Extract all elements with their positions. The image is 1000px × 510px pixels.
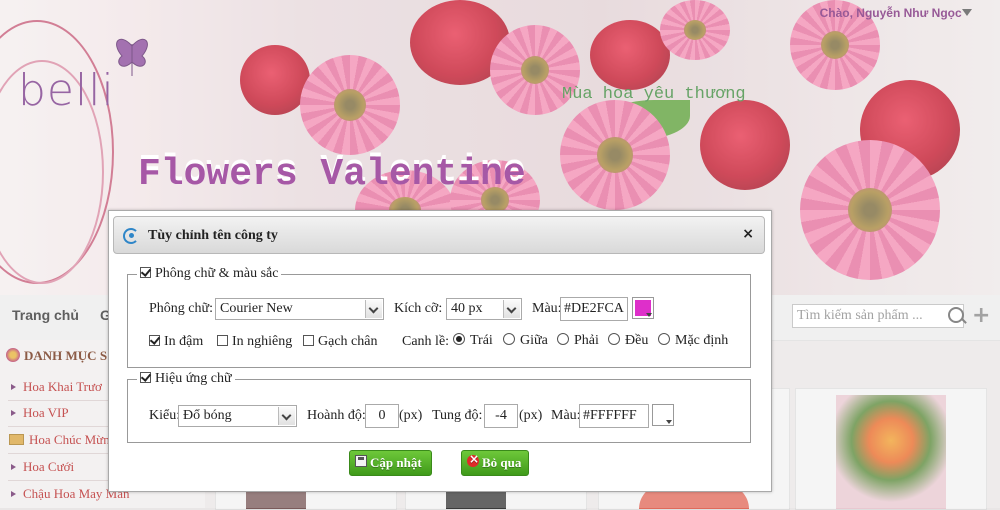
italic-checkbox[interactable] — [217, 335, 228, 346]
align-right-option[interactable]: Phải — [557, 333, 599, 349]
effect-type-label: Kiểu: — [149, 408, 181, 423]
shadow-color-label: Màu: — [551, 408, 581, 423]
horizontal-offset-label: Hoành độ: — [307, 408, 366, 423]
text-effect-checkbox[interactable] — [140, 372, 151, 383]
bold-label: In đậm — [164, 334, 204, 349]
chevron-down-icon[interactable] — [278, 407, 295, 425]
align-left-option[interactable]: Trái — [453, 333, 493, 349]
vertical-offset-input[interactable]: -4 — [484, 404, 518, 428]
align-center-radio[interactable] — [503, 333, 515, 345]
text-effect-legend-text: Hiệu ứng chữ — [155, 371, 232, 386]
app-logo-icon — [123, 228, 139, 244]
align-right-label: Phải — [574, 333, 599, 348]
font-color-checkbox[interactable] — [140, 267, 151, 278]
horizontal-offset-input[interactable]: 0 — [365, 404, 399, 428]
bold-checkbox[interactable] — [149, 335, 160, 346]
align-default-label: Mặc định — [675, 333, 729, 348]
align-default-option[interactable]: Mặc định — [658, 333, 728, 349]
align-left-label: Trái — [470, 333, 493, 348]
align-right-radio[interactable] — [557, 333, 569, 345]
italic-label: In nghiêng — [232, 334, 293, 349]
close-icon[interactable]: × — [742, 226, 754, 242]
vertical-offset-unit: (px) — [519, 408, 543, 423]
horizontal-offset-unit: (px) — [399, 408, 423, 423]
font-color-legend: Phông chữ & màu sắc — [137, 266, 281, 282]
save-button[interactable]: Cập nhật — [349, 450, 432, 476]
underline-label: Gạch chân — [318, 334, 378, 349]
align-default-radio[interactable] — [658, 333, 670, 345]
vertical-offset-label: Tung độ: — [432, 408, 483, 423]
font-select[interactable]: Courier New — [215, 298, 384, 320]
shadow-color-input[interactable]: #FFFFFF — [579, 404, 649, 428]
italic-option[interactable]: In nghiêng — [217, 334, 292, 350]
font-color-label: Màu: — [532, 301, 562, 316]
text-effect-legend: Hiệu ứng chữ — [137, 371, 235, 387]
effect-type-select[interactable]: Đổ bóng — [178, 405, 297, 427]
align-justify-radio[interactable] — [608, 333, 620, 345]
font-color-input[interactable]: #DE2FCA — [560, 297, 628, 321]
size-select-value: 40 px — [451, 301, 483, 316]
chevron-down-icon[interactable] — [503, 300, 520, 318]
align-justify-label: Đều — [625, 333, 649, 348]
chevron-down-icon[interactable] — [365, 300, 382, 318]
font-label: Phông chữ: — [149, 301, 213, 316]
shadow-color-picker[interactable] — [652, 404, 674, 426]
font-select-value: Courier New — [220, 301, 293, 316]
align-label: Canh lề: — [402, 334, 450, 349]
cancel-button-label: Bỏ qua — [482, 455, 522, 470]
dialog-titlebar[interactable]: Tùy chỉnh tên công ty × — [113, 216, 765, 254]
size-select[interactable]: 40 px — [446, 298, 522, 320]
cancel-icon — [467, 452, 479, 467]
dialog-title: Tùy chỉnh tên công ty — [148, 228, 278, 243]
customize-company-name-dialog: Tùy chỉnh tên công ty × Phông chữ & màu … — [108, 210, 772, 492]
font-color-legend-text: Phông chữ & màu sắc — [155, 266, 279, 281]
align-center-label: Giữa — [520, 333, 548, 348]
effect-type-value: Đổ bóng — [183, 408, 232, 423]
cancel-button[interactable]: Bỏ qua — [461, 450, 529, 476]
font-color-picker[interactable] — [632, 297, 654, 319]
underline-checkbox[interactable] — [303, 335, 314, 346]
underline-option[interactable]: Gạch chân — [303, 334, 377, 350]
save-button-label: Cập nhật — [370, 455, 422, 470]
align-left-radio[interactable] — [453, 333, 465, 345]
save-icon — [355, 455, 367, 467]
size-label: Kích cỡ: — [394, 301, 443, 316]
caret-down-icon — [666, 420, 672, 424]
caret-down-icon — [646, 313, 652, 317]
align-justify-option[interactable]: Đều — [608, 333, 648, 349]
bold-option[interactable]: In đậm — [149, 334, 203, 350]
align-center-option[interactable]: Giữa — [503, 333, 548, 349]
